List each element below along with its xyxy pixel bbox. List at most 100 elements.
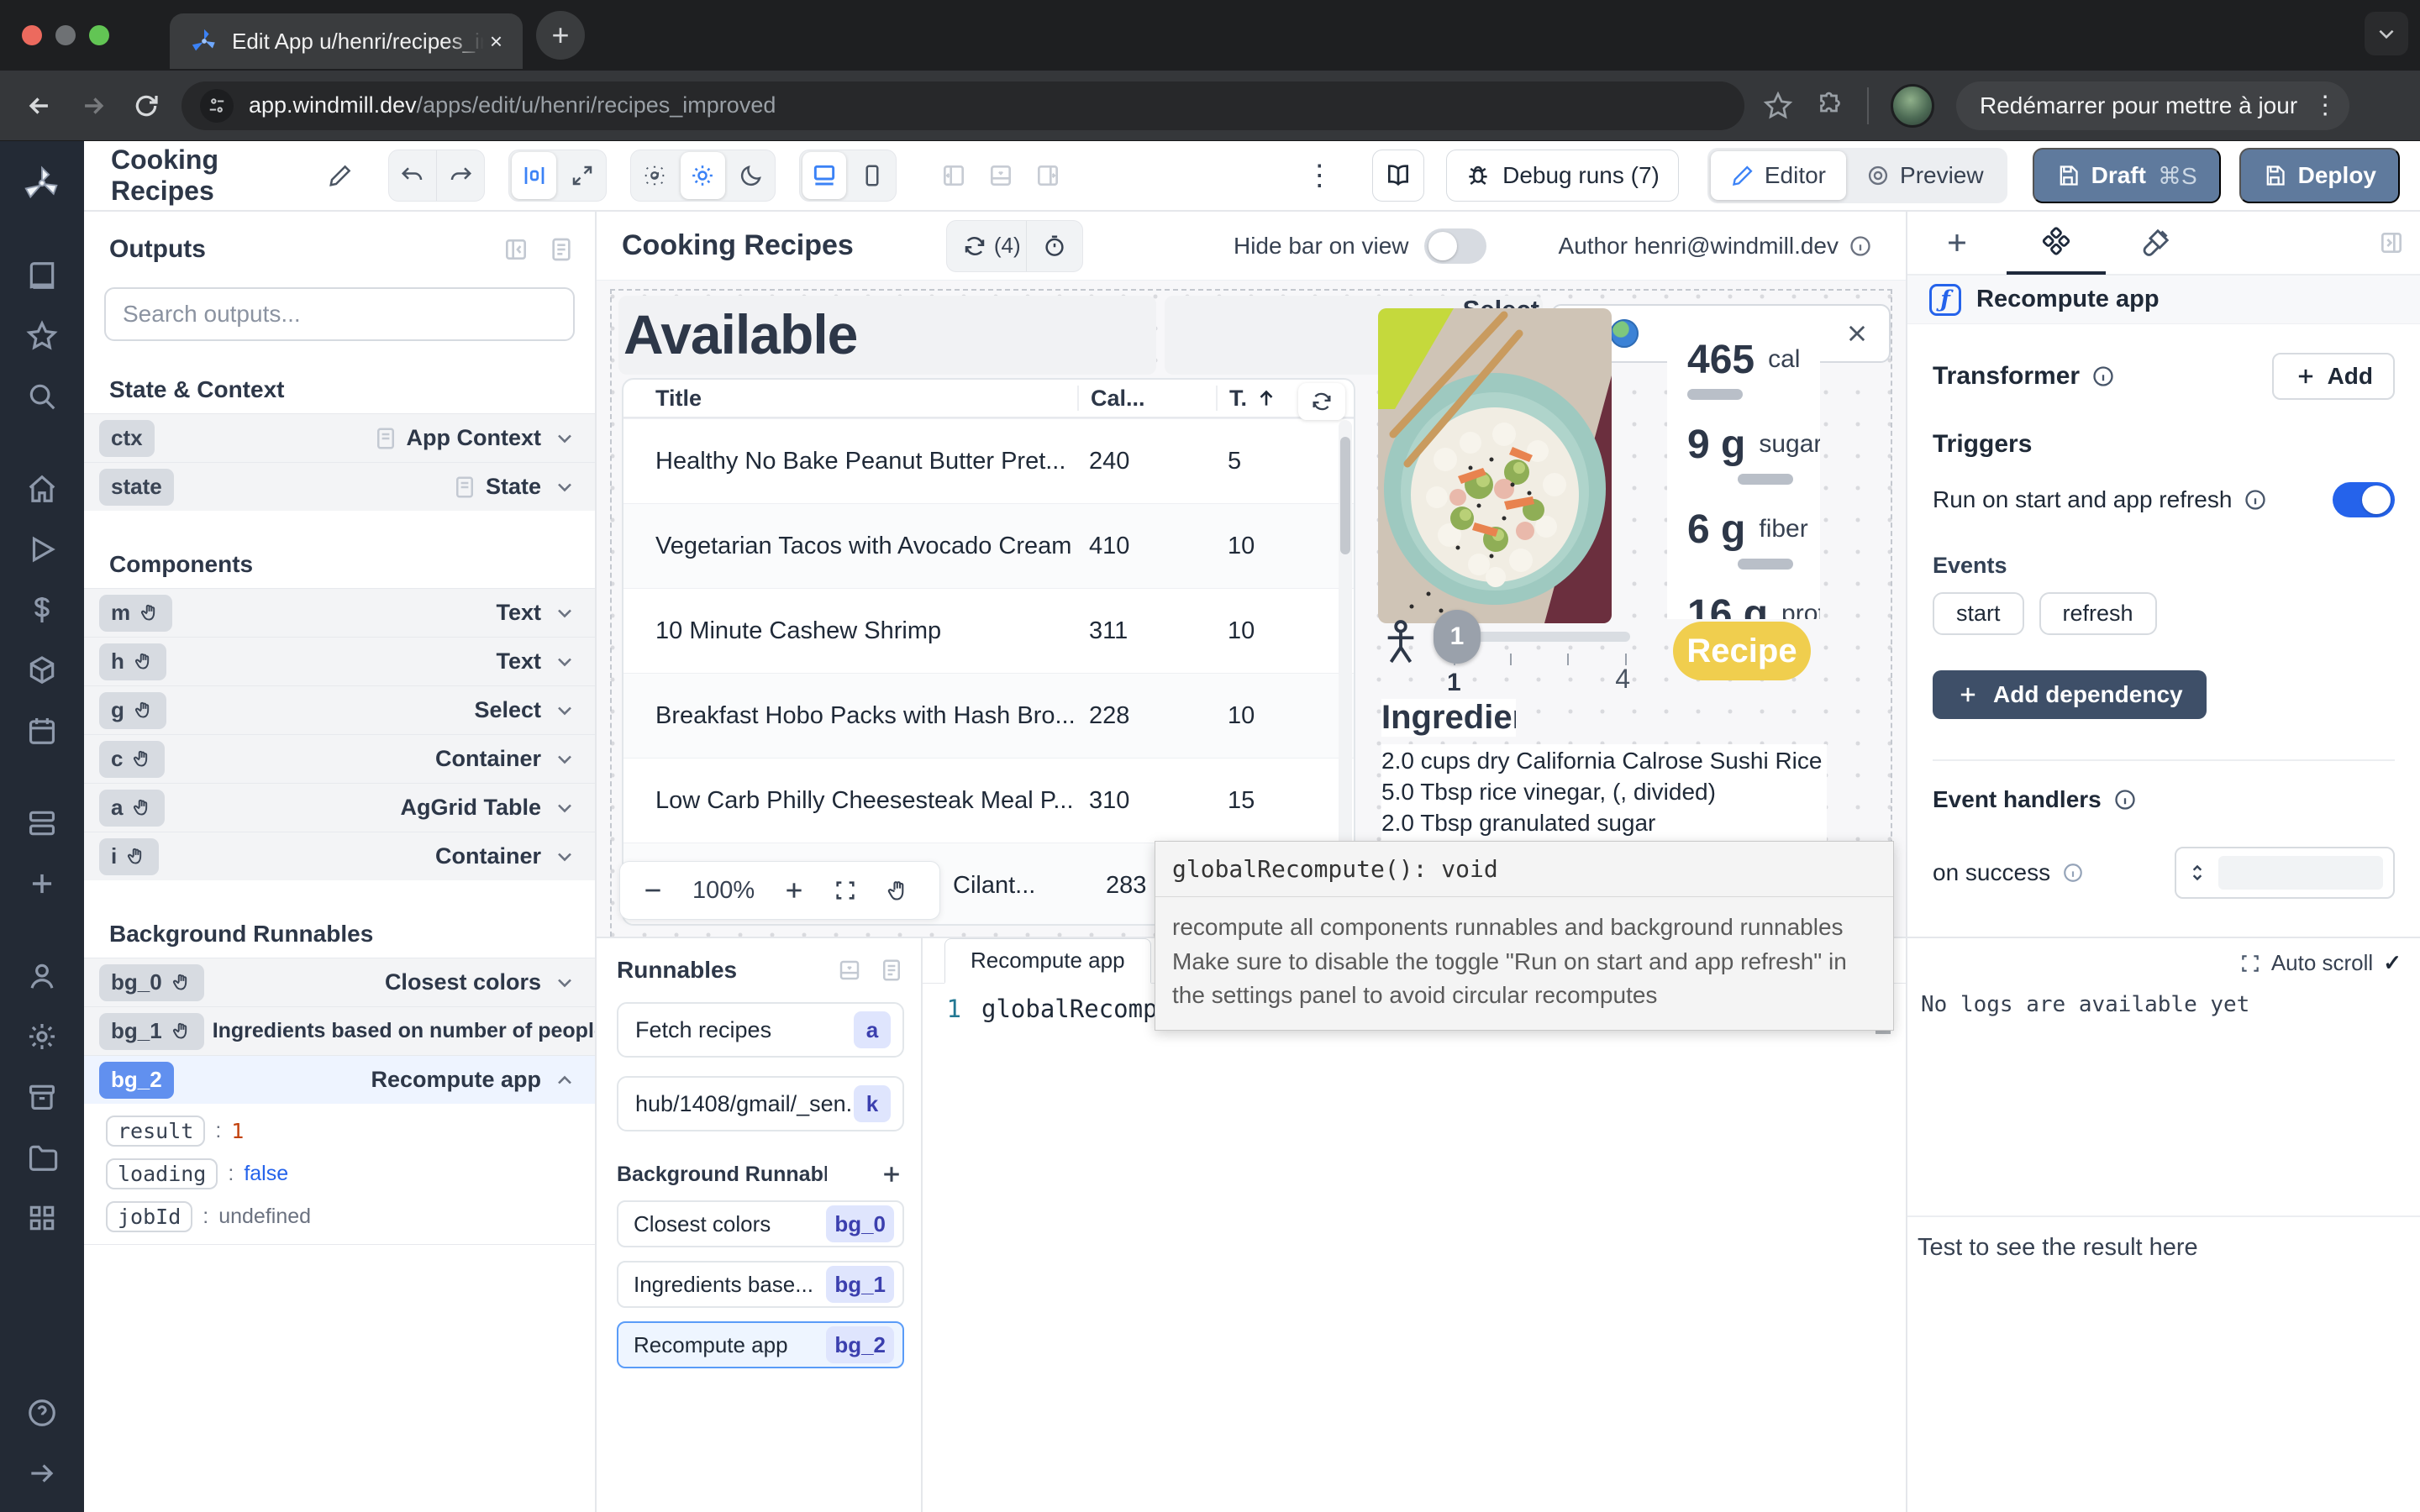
collapse-right-panel-icon[interactable] [2378,229,2405,256]
browser-tab[interactable]: Edit App u/henri/recipes_impr × [170,13,523,69]
toggle-right-panel-button[interactable] [1034,162,1061,189]
zoom-in-button[interactable] [783,879,805,901]
component-id-chip[interactable]: bg_0 [99,964,204,1001]
collapse-bottom-icon[interactable] [837,958,862,983]
debug-runs-button[interactable]: Debug runs (7) [1446,150,1679,202]
doc-list-icon[interactable] [548,236,575,263]
bg-card-ingredients[interactable]: Ingredients base... bg_1 [617,1261,904,1308]
sidebar-item-resources[interactable] [24,652,60,689]
auto-theme-button[interactable] [631,150,678,202]
desktop-view-button[interactable] [802,152,847,199]
component-row-c[interactable]: c Container [84,734,595,783]
chevron-down-icon[interactable] [553,601,576,625]
hide-bar-toggle[interactable] [1424,228,1486,264]
clear-select-icon[interactable] [1845,322,1869,345]
component-id-chip-selected[interactable]: bg_2 [99,1062,174,1099]
component-id-chip[interactable]: h [99,643,166,680]
docs-button[interactable] [1372,150,1424,202]
chevron-down-icon[interactable] [553,650,576,674]
component-row-g[interactable]: g Select [84,685,595,734]
add-dependency-button[interactable]: Add dependency [1933,670,2207,719]
chevron-down-icon[interactable] [553,971,576,995]
info-icon[interactable] [2113,788,2137,811]
info-icon[interactable] [2091,365,2115,388]
component-row-i[interactable]: i Container [84,832,595,880]
windmill-logo[interactable] [24,165,60,202]
table-row[interactable]: Low Carb Philly Cheesesteak Meal P...310… [623,758,1354,843]
chevron-down-icon[interactable] [553,796,576,820]
info-icon[interactable] [1849,234,1872,258]
bg-row-1[interactable]: bg_1 Ingredients based on number of peop… [84,1006,595,1055]
minimize-window-button[interactable] [55,25,76,45]
col-title[interactable]: Title [623,386,1077,412]
outputs-search[interactable] [104,287,575,341]
redo-button[interactable] [437,150,484,202]
more-options-icon[interactable]: ⋮ [1305,159,1334,192]
event-chip-refresh[interactable]: refresh [2039,592,2157,635]
window-controls[interactable] [22,25,109,45]
history-button[interactable] [1027,220,1082,272]
sidebar-item-home[interactable] [24,470,60,507]
add-transformer-button[interactable]: Add [2272,353,2395,400]
chevron-down-icon[interactable] [553,748,576,771]
address-bar[interactable]: app.windmill.dev/apps/edit/u/henri/recip… [182,81,1744,130]
browser-menu-icon[interactable]: ⋮ [2312,91,2338,120]
zoom-out-button[interactable] [642,879,664,901]
component-id-chip[interactable]: bg_1 [99,1013,204,1050]
event-chip-start[interactable]: start [1933,592,2024,635]
component-id-chip[interactable]: c [99,741,165,778]
edit-title-button[interactable] [328,163,353,188]
component-id-chip[interactable]: m [99,595,172,632]
app-canvas[interactable]: Available Select cuisine All Title Cal..… [597,281,1906,937]
sidebar-item-docs[interactable] [24,257,60,294]
on-success-select[interactable] [2175,847,2395,899]
component-id-chip[interactable]: ctx [99,420,155,457]
recipe-button[interactable]: Recipe [1673,622,1811,680]
help-icon[interactable] [24,1394,60,1431]
info-icon[interactable] [2244,488,2267,512]
toggle-bottom-panel-button[interactable] [987,162,1014,189]
chevron-down-icon[interactable] [553,475,576,499]
insert-component-tab[interactable] [1907,211,2007,275]
bg-row-0[interactable]: bg_0 Closest colors [84,958,595,1006]
chevron-down-icon[interactable] [553,699,576,722]
runnable-card-gmail[interactable]: hub/1408/gmail/_sen... k [617,1076,904,1131]
folder-icon[interactable] [24,1139,60,1176]
light-theme-button[interactable] [681,152,725,199]
deploy-button[interactable]: Deploy [2239,148,2400,203]
collapse-panel-icon[interactable] [502,236,529,263]
tab-close-icon[interactable]: × [490,30,502,52]
component-row-a[interactable]: a AgGrid Table [84,783,595,832]
table-row[interactable]: Breakfast Hobo Packs with Hash Bro...228… [623,673,1354,758]
add-bg-runnable-button[interactable] [879,1162,904,1187]
pan-hand-button[interactable] [886,879,909,902]
refresh-app-button[interactable] [947,220,994,272]
chevron-down-icon[interactable] [553,845,576,869]
grid-icon[interactable] [24,1200,60,1236]
col-time[interactable]: T. [1216,386,1277,411]
tab-editor[interactable]: Editor [1711,151,1846,200]
extensions-icon[interactable] [1815,91,1845,121]
chrome-update-button[interactable]: Redémarrer pour mettre à jour ⋮ [1956,81,2349,130]
auto-scroll-checkbox[interactable]: ✓ [2383,950,2402,976]
component-row-m[interactable]: m Text [84,588,595,637]
close-window-button[interactable] [22,25,42,45]
editor-tab-recompute-app[interactable]: Recompute app [944,938,1151,984]
runnable-card-fetch-recipes[interactable]: Fetch recipes a [617,1002,904,1058]
fullwidth-layout-button[interactable] [559,150,606,202]
chevron-down-icon[interactable] [553,427,576,450]
tab-preview[interactable]: Preview [1846,151,2004,200]
sidebar-item-runs[interactable] [24,531,60,568]
tab-search-button[interactable] [2365,12,2408,55]
info-icon[interactable] [2062,862,2084,884]
sidebar-item-archive[interactable] [24,1079,60,1116]
expand-icon[interactable] [2239,953,2261,974]
component-id-chip[interactable]: g [99,692,166,729]
sidebar-item-favorites[interactable] [24,318,60,354]
settings-tab[interactable] [2007,211,2106,275]
sidebar-item-add[interactable] [24,865,60,902]
search-icon[interactable] [24,378,60,415]
forward-button[interactable] [79,92,108,120]
component-id-chip[interactable]: i [99,838,159,875]
table-row[interactable]: 10 Minute Cashew Shrimp31110 [623,588,1354,673]
